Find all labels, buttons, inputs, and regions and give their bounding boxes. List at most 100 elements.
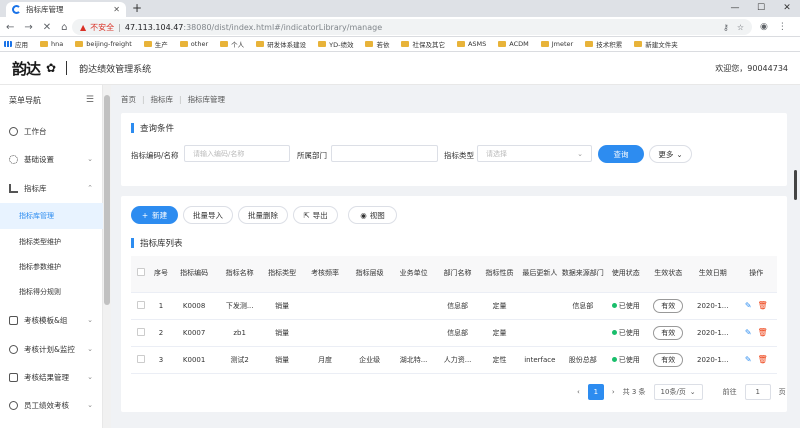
sidebar-item-settings[interactable]: 基础设置 ⌄ bbox=[0, 146, 103, 172]
goto-input[interactable]: 1 bbox=[744, 384, 771, 400]
page-scrollbar[interactable] bbox=[794, 170, 797, 200]
sidebar-item-result[interactable]: 考核结果管理 ⌄ bbox=[0, 364, 103, 390]
close-tab-icon[interactable]: ✕ bbox=[113, 5, 120, 14]
star-icon[interactable]: ☆ bbox=[737, 23, 744, 32]
forward-icon[interactable]: → bbox=[24, 22, 32, 33]
row-select[interactable] bbox=[131, 346, 152, 374]
url-path: :38080/dist/index.html#/indicatorLibrary… bbox=[183, 22, 383, 32]
select-all[interactable] bbox=[131, 256, 152, 293]
sidebar-sub-manage[interactable]: 指标库管理 bbox=[0, 203, 103, 229]
sidebar-item-employee[interactable]: 员工绩效考核 ⌄ bbox=[0, 392, 103, 418]
bookmark-label: 新建文件夹 bbox=[645, 41, 678, 49]
bookmarks-bar: 应用 hna beijing-freight 生产 other 个人 研发体系建设 YD-绩效… bbox=[0, 37, 800, 52]
bookmark-item[interactable]: beijing-freight bbox=[75, 40, 132, 48]
chevron-down-icon: ⌄ bbox=[689, 388, 696, 396]
bookmark-item[interactable]: 新建文件夹 bbox=[634, 39, 678, 49]
col-status: 使用状态 bbox=[605, 256, 647, 293]
row-select[interactable] bbox=[131, 292, 152, 320]
folder-icon bbox=[318, 41, 327, 47]
cell-freq: 月度 bbox=[302, 346, 348, 374]
row-checkbox[interactable] bbox=[137, 300, 146, 309]
key-icon[interactable]: ⚷ bbox=[723, 23, 729, 32]
sidebar-item-label: 考核计划&监控 bbox=[24, 344, 75, 354]
url-field[interactable]: ▲ 不安全 | 47.113.104.47:38080/dist/index.h… bbox=[72, 19, 752, 35]
row-select[interactable] bbox=[131, 319, 152, 347]
import-button[interactable]: 批量导入 bbox=[183, 206, 233, 224]
minimize-icon[interactable]: — bbox=[722, 0, 748, 17]
edit-icon[interactable]: ✎ bbox=[745, 355, 752, 364]
sidebar-sub-type[interactable]: 指标类型维护 bbox=[0, 229, 103, 255]
sidebar-sub-param[interactable]: 指标参数维护 bbox=[0, 254, 103, 280]
more-button[interactable]: 更多 ⌄ bbox=[649, 145, 692, 163]
crumb-library[interactable]: 指标库 bbox=[151, 94, 174, 105]
export-button[interactable]: ⇱ 导出 bbox=[293, 206, 338, 224]
sidebar-item-workbench[interactable]: 工作台 bbox=[0, 118, 103, 144]
sidebar-item-template[interactable]: 考核模板&组 ⌄ bbox=[0, 307, 103, 333]
cell-code: K0007 bbox=[170, 319, 218, 347]
browser-tab[interactable]: 指标库管理 ✕ bbox=[6, 2, 126, 17]
cell-date: 2020-1... bbox=[689, 319, 736, 347]
folder-icon bbox=[179, 41, 188, 47]
bookmark-item[interactable]: Jmeter bbox=[540, 40, 573, 48]
bookmark-item[interactable]: YD-绩效 bbox=[318, 39, 353, 49]
next-page-icon[interactable]: › bbox=[612, 388, 615, 396]
bookmark-item[interactable]: 研发体系建设 bbox=[256, 39, 306, 49]
row-checkbox[interactable] bbox=[137, 327, 146, 336]
total-count: 共 3 条 bbox=[622, 388, 646, 396]
bookmark-item[interactable]: ACDM bbox=[498, 40, 529, 48]
sidebar-scrollbar[interactable] bbox=[104, 95, 110, 305]
type-select[interactable]: 请选择 ⌄ bbox=[477, 145, 592, 162]
edit-icon[interactable]: ✎ bbox=[745, 328, 752, 337]
bookmark-item[interactable]: 应用 bbox=[4, 39, 28, 49]
stop-icon[interactable]: ✕ bbox=[43, 22, 51, 33]
folder-icon bbox=[540, 41, 549, 47]
page-1[interactable]: 1 bbox=[587, 384, 604, 400]
plus-icon: + bbox=[141, 210, 149, 220]
table-row[interactable]: 2 K0007 zb1 销量 信息部 定量 已使用 有效 2020-1... ✎ 🗑 bbox=[131, 319, 777, 347]
table-row[interactable]: 1 K0008 下发测... 销量 信息部 定量 信息部 已使用 有效 2020-1... ✎ 🗑 bbox=[131, 292, 777, 320]
view-button[interactable]: ◉ 视图 bbox=[348, 206, 397, 224]
security-warning: 不安全 bbox=[90, 22, 115, 32]
maximize-icon[interactable]: ☐ bbox=[748, 0, 774, 17]
trash-icon[interactable]: 🗑 bbox=[758, 328, 768, 337]
url-host: 47.113.104.47 bbox=[124, 22, 184, 32]
row-checkbox[interactable] bbox=[137, 354, 146, 363]
bookmark-item[interactable]: 个人 bbox=[220, 39, 244, 49]
bookmark-item[interactable]: ASMS bbox=[456, 40, 486, 48]
sidebar-item-plan[interactable]: 考核计划&监控 ⌄ bbox=[0, 336, 103, 362]
cell-nature: 定性 bbox=[479, 346, 520, 374]
new-button[interactable]: + 新建 bbox=[131, 206, 178, 224]
chevron-down-icon: ⌄ bbox=[87, 401, 93, 409]
close-window-icon[interactable]: ✕ bbox=[774, 0, 800, 17]
sidebar-item-label: 员工绩效考核 bbox=[24, 400, 69, 410]
new-tab-button[interactable]: + bbox=[132, 1, 142, 16]
more-vert-icon[interactable]: ⋮ bbox=[778, 22, 787, 32]
bookmark-item[interactable]: 若依 bbox=[365, 39, 389, 49]
bookmark-item[interactable]: hna bbox=[40, 40, 63, 48]
collapse-menu-icon[interactable]: ☰ bbox=[86, 95, 94, 105]
bookmark-item[interactable]: 技术积累 bbox=[585, 39, 622, 49]
code-input[interactable]: 请输入编码/名称 bbox=[184, 145, 290, 162]
dept-input[interactable] bbox=[331, 145, 438, 162]
sidebar-item-indicator[interactable]: 指标库 ⌃ bbox=[0, 175, 103, 201]
home-icon[interactable]: ⌂ bbox=[61, 22, 67, 33]
sidebar-sub-score[interactable]: 指标得分规则 bbox=[0, 279, 103, 305]
bookmark-item[interactable]: 社保及其它 bbox=[401, 39, 445, 49]
back-icon[interactable]: ← bbox=[6, 22, 14, 33]
search-button[interactable]: 查询 bbox=[598, 145, 644, 163]
omni-right: ⚷ ☆ bbox=[723, 23, 744, 32]
trash-icon[interactable]: 🗑 bbox=[758, 301, 768, 310]
bookmark-item[interactable]: 生产 bbox=[143, 39, 168, 49]
select-all-checkbox[interactable] bbox=[137, 267, 146, 276]
sidebar-item-label: 指标库 bbox=[24, 183, 47, 193]
bookmark-item[interactable]: other bbox=[179, 40, 208, 48]
edit-icon[interactable]: ✎ bbox=[745, 301, 752, 310]
page-size-select[interactable]: 10条/页 ⌄ bbox=[653, 384, 703, 400]
batch-delete-button[interactable]: 批量删除 bbox=[238, 206, 288, 224]
table-row[interactable]: 3 K0001 测试2 销量 月度 企业级 湖北特... 人力资... 定性 interface 股… bbox=[131, 346, 777, 374]
profile-icon[interactable]: ◉ bbox=[760, 22, 768, 32]
cell-updater: interface bbox=[519, 346, 561, 374]
prev-page-icon[interactable]: ‹ bbox=[577, 388, 580, 396]
trash-icon[interactable]: 🗑 bbox=[758, 355, 768, 364]
crumb-home[interactable]: 首页 bbox=[121, 94, 136, 105]
